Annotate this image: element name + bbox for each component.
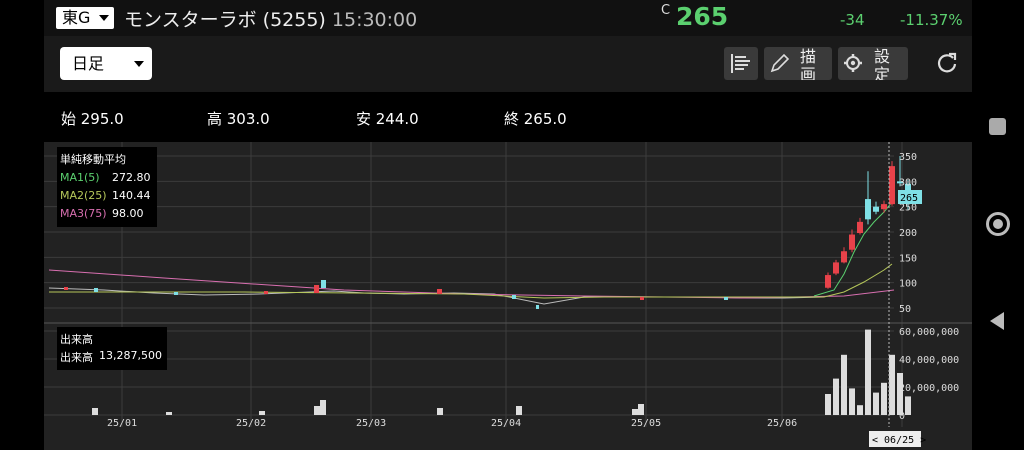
volume-bar [857,405,863,415]
candle-body [849,234,855,250]
home-dot-icon [993,219,1003,229]
volume-bar [849,388,855,415]
system-nav-bar [972,0,1024,450]
chevron-down-icon [99,15,109,21]
volume-bar [873,392,879,415]
candle-body [833,262,839,274]
ma2-label: MA2(25) [60,189,107,202]
high-price: 高 303.0 [207,110,270,128]
price-chart[interactable]: 350 300 250 200 150 100 50 265 60,000,000 40,00… [44,142,972,450]
date-axis-tick: 25/03 [356,418,386,429]
candle-body [873,206,879,212]
recent-apps-button[interactable] [989,118,1006,135]
volume-bar [905,396,911,415]
ma-legend-title: 単純移動平均 [60,153,126,166]
volume-legend: 出来高 出来高 13,287,500 [57,327,167,370]
date-axis-tick: 25/02 [236,418,266,429]
chart-toolbar: 日足 描画 設定 [44,36,972,92]
cursor-date-text: < 06/25 > [872,435,926,446]
chart-canvas[interactable]: 350 300 250 200 150 100 50 265 60,000,000 40,00… [44,142,972,450]
price-change: -34 [840,11,865,29]
volume-axis-tick: 60,000,000 [899,327,959,338]
price-axis-tick: 200 [899,228,917,239]
volume-bar [833,378,839,415]
current-price-tag-label: 265 [900,193,918,204]
volume-legend-label: 出来高 [60,351,93,364]
date-axis-tick: 25/05 [631,418,661,429]
stock-title: モンスターラボ (5255) 15:30:00 [124,5,417,32]
gear-icon [844,54,862,72]
ma2-value: 140.44 [112,189,151,202]
market-select[interactable]: 東G [56,7,114,29]
ma1-value: 272.80 [112,171,151,184]
date-axis-tick: 25/06 [767,418,797,429]
close-price: 終 265.0 [504,110,567,128]
volume-legend-title: 出来高 [60,333,93,346]
indicator-list-button[interactable] [724,47,758,80]
quote-time: 15:30:00 [331,9,418,31]
current-price: 265 [676,2,729,31]
date-axis-tick: 25/04 [491,418,521,429]
settings-button[interactable]: 設定 [838,47,908,80]
chevron-down-icon [134,61,144,67]
date-axis-tick: 25/01 [107,418,137,429]
candle-body [841,251,847,263]
price-flag: C [661,3,671,18]
volume-bar [841,354,847,415]
history-line [48,287,825,305]
price-axis-tick: 350 [899,152,917,163]
cursor-date-label: < 06/25 > [869,431,926,447]
ma3-label: MA3(75) [60,207,107,220]
draw-button-label: 描画 [800,47,817,81]
refresh-icon[interactable] [934,50,960,76]
draw-button[interactable]: 描画 [764,47,832,80]
volume-bar [897,373,903,415]
volume-axis-tick: 40,000,000 [899,355,959,366]
home-button[interactable] [986,212,1010,236]
low-price: 安 244.0 [356,110,419,128]
ohlc-summary: 始 295.0 高 303.0 安 244.0 終 265.0 [44,92,972,142]
back-triangle-icon [990,312,1004,330]
current-price-tag: 265 [898,190,922,204]
pencil-icon [770,53,790,73]
price-axis-tick: 50 [899,304,911,315]
history-candles [64,280,728,309]
volume-axis-tick: 20,000,000 [899,383,959,394]
price-axis-tick: 250 [899,203,917,214]
candle-body [881,204,887,210]
ma3-value: 98.00 [112,207,144,220]
volume-bar [825,394,831,415]
market-select-value: 東G [62,8,91,27]
ma-legend: 単純移動平均 MA1(5) 272.80 MA2(25) 140.44 MA3(… [57,147,157,227]
volume-bar [889,354,895,415]
history-volume-bars [92,400,644,415]
period-select-value: 日足 [72,54,105,73]
volume-axis-tick: 0 [899,411,905,422]
quote-header: 東G モンスターラボ (5255) 15:30:00 C 265 -34 -11… [44,0,972,36]
candle-body [825,275,831,288]
ma1-label: MA1(5) [60,171,100,184]
volume-legend-value: 13,287,500 [99,349,162,362]
price-axis-tick: 300 [899,177,917,188]
volume-bar [865,329,871,415]
back-button[interactable] [988,310,1008,332]
candle-body [857,221,863,234]
price-axis-tick: 150 [899,253,917,264]
price-axis-tick: 100 [899,279,917,290]
candle-body [889,166,895,205]
open-price: 始 295.0 [61,110,124,128]
stock-name: モンスターラボ (5255) [124,9,326,31]
price-change-percent: -11.37% [900,11,963,29]
volume-bar [881,382,887,415]
period-select[interactable]: 日足 [60,47,152,80]
candle-body [865,199,871,220]
settings-button-label: 設定 [874,47,891,81]
bars-icon [731,54,750,73]
